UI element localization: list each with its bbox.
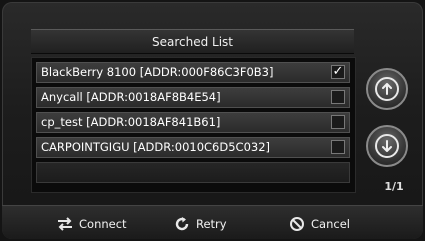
device-row[interactable]: CARPOINTGIGU [ADDR:0010C6D5C032] xyxy=(36,137,350,158)
device-checkbox[interactable] xyxy=(331,115,345,129)
retry-button[interactable]: Retry xyxy=(174,214,227,234)
device-checkbox[interactable]: ✓ xyxy=(331,65,345,79)
arrow-up-icon xyxy=(375,77,399,101)
dialog-frame: Searched List BlackBerry 8100 [ADDR:000F… xyxy=(2,2,423,239)
dialog-title-bar: Searched List xyxy=(31,29,354,54)
device-label: BlackBerry 8100 [ADDR:000F86C3F0B3] xyxy=(41,65,274,79)
device-row-empty xyxy=(36,162,350,183)
device-list: BlackBerry 8100 [ADDR:000F86C3F0B3] ✓ An… xyxy=(31,57,356,193)
scroll-up-button[interactable] xyxy=(366,68,408,110)
arrow-down-icon xyxy=(375,134,399,158)
device-row[interactable]: cp_test [ADDR:0018AF841B61] xyxy=(36,112,350,133)
device-checkbox[interactable] xyxy=(331,140,345,154)
scroll-down-button[interactable] xyxy=(366,125,408,167)
device-label: Anycall [ADDR:0018AF8B4E54] xyxy=(41,90,221,104)
cancel-label: Cancel xyxy=(311,217,350,231)
device-checkbox[interactable] xyxy=(331,90,345,104)
connect-button[interactable]: Connect xyxy=(57,214,127,234)
device-label: cp_test [ADDR:0018AF841B61] xyxy=(41,115,221,129)
page-indicator: 1/1 xyxy=(384,180,404,193)
device-row[interactable]: Anycall [ADDR:0018AF8B4E54] xyxy=(36,87,350,108)
no-entry-icon xyxy=(290,217,304,231)
swap-arrows-icon xyxy=(58,217,72,231)
refresh-icon xyxy=(175,217,189,231)
device-row[interactable]: BlackBerry 8100 [ADDR:000F86C3F0B3] ✓ xyxy=(36,62,350,83)
footer-bar: Connect Retry Cancel xyxy=(2,205,423,239)
device-label: CARPOINTGIGU [ADDR:0010C6D5C032] xyxy=(41,140,271,154)
retry-label: Retry xyxy=(196,217,227,231)
connect-label: Connect xyxy=(79,217,127,231)
dialog-title: Searched List xyxy=(151,34,234,49)
cancel-button[interactable]: Cancel xyxy=(289,214,350,234)
